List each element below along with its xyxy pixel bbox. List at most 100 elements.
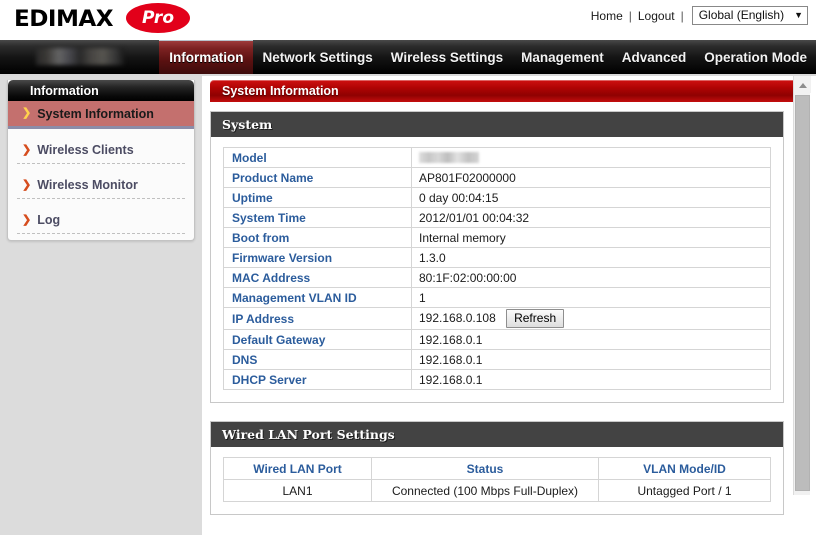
row-value-model bbox=[411, 147, 771, 168]
header-links: Home | Logout | Global (English) ▼ bbox=[587, 6, 808, 25]
sidebar-item-label: Wireless Clients bbox=[37, 143, 134, 157]
edimax-pro-logo: EDIMAX Pro bbox=[14, 2, 190, 34]
page-body: Information ❯ System Information ❯ Wirel… bbox=[0, 76, 816, 535]
main-navigation: Information Network Settings Wireless Se… bbox=[0, 40, 816, 76]
row-value: AP801F02000000 bbox=[411, 167, 771, 188]
scroll-up-arrow-icon[interactable] bbox=[794, 76, 811, 93]
nav-item-label: Wireless Settings bbox=[390, 49, 504, 65]
logout-link[interactable]: Logout bbox=[634, 9, 679, 23]
chevron-right-icon: ❯ bbox=[22, 143, 32, 156]
nav-item-label: Information bbox=[169, 50, 244, 65]
site-header: EDIMAX Pro Home | Logout | Global (Engli… bbox=[0, 0, 816, 40]
sidebar-item-wireless-monitor[interactable]: ❯ Wireless Monitor bbox=[9, 172, 193, 198]
language-select[interactable]: Global (English) ▼ bbox=[691, 6, 808, 25]
row-value-ip: 192.168.0.108 Refresh bbox=[411, 307, 771, 330]
nav-item-management[interactable]: Management bbox=[512, 40, 613, 74]
row-value: 192.168.0.1 bbox=[411, 349, 771, 370]
table-row-ip-address: IP Address 192.168.0.108 Refresh bbox=[223, 307, 771, 330]
browser-page: EDIMAX Pro Home | Logout | Global (Engli… bbox=[0, 0, 816, 537]
row-value: 80:1F:02:00:00:00 bbox=[411, 267, 771, 288]
nav-item-information[interactable]: Information bbox=[159, 40, 254, 74]
nav-item-operation-mode[interactable]: Operation Mode bbox=[695, 40, 816, 74]
row-label: Model bbox=[223, 147, 412, 168]
chevron-right-icon: ❯ bbox=[22, 213, 32, 226]
row-label: Default Gateway bbox=[223, 329, 412, 350]
nav-item-advanced[interactable]: Advanced bbox=[613, 40, 696, 74]
system-info-table: Model Product Name AP801F02000000 Uptime bbox=[223, 147, 771, 390]
row-label: Firmware Version bbox=[223, 247, 412, 268]
table-row: DHCP Server 192.168.0.1 bbox=[223, 369, 771, 390]
table-row: Firmware Version 1.3.0 bbox=[223, 247, 771, 268]
sidebar: Information ❯ System Information ❯ Wirel… bbox=[0, 76, 202, 535]
row-label: DHCP Server bbox=[223, 369, 412, 390]
column-header-wired-lan-port: Wired LAN Port bbox=[223, 457, 372, 480]
chevron-right-icon: ❯ bbox=[22, 107, 32, 119]
nav-item-label: Network Settings bbox=[262, 49, 373, 65]
sidebar-item-label: Log bbox=[37, 213, 61, 227]
column-header-vlan-mode-id: VLAN Mode/ID bbox=[598, 457, 771, 480]
table-row: Management VLAN ID 1 bbox=[223, 287, 771, 308]
logo-pro-ellipse: Pro bbox=[126, 3, 190, 33]
redacted-model-value bbox=[419, 151, 479, 163]
main-content: System Information System Model Product … bbox=[202, 76, 816, 535]
row-value: 1.3.0 bbox=[411, 247, 771, 268]
column-header-status: Status bbox=[371, 457, 599, 480]
table-header-row: Wired LAN Port Status VLAN Mode/ID bbox=[223, 457, 771, 480]
wired-lan-panel-title: Wired LAN Port Settings bbox=[211, 422, 783, 447]
sidebar-title: Information bbox=[8, 80, 194, 101]
sidebar-item-log[interactable]: ❯ Log bbox=[9, 207, 193, 233]
row-value: 192.168.0.1 bbox=[411, 369, 771, 390]
nav-item-label: Advanced bbox=[621, 49, 687, 65]
system-panel: System Model Product Name AP801F02000000… bbox=[210, 111, 784, 403]
logo-pro-label: Pro bbox=[142, 8, 174, 28]
sidebar-divider bbox=[17, 233, 185, 234]
table-row: DNS 192.168.0.1 bbox=[223, 349, 771, 370]
row-label: Boot from bbox=[223, 227, 412, 248]
table-row: Product Name AP801F02000000 bbox=[223, 167, 771, 188]
cell-vlan: Untagged Port / 1 bbox=[598, 479, 771, 502]
table-row: Model bbox=[223, 147, 771, 168]
table-row: Default Gateway 192.168.0.1 bbox=[223, 329, 771, 350]
wired-lan-panel-body: Wired LAN Port Status VLAN Mode/ID LAN1 … bbox=[211, 447, 783, 514]
row-value: 0 day 00:04:15 bbox=[411, 187, 771, 208]
sidebar-item-label: Wireless Monitor bbox=[37, 178, 138, 192]
language-select-value: Global (English) bbox=[698, 8, 785, 22]
nav-item-list: Information Network Settings Wireless Se… bbox=[159, 40, 816, 74]
row-label: System Time bbox=[223, 207, 412, 228]
system-panel-title: System bbox=[211, 112, 783, 137]
home-link[interactable]: Home bbox=[587, 9, 627, 23]
link-separator-1: | bbox=[628, 8, 632, 23]
row-label: MAC Address bbox=[223, 267, 412, 288]
link-separator-2: | bbox=[680, 8, 684, 23]
nav-item-wireless-settings[interactable]: Wireless Settings bbox=[382, 40, 512, 74]
ip-address-value: 192.168.0.108 bbox=[419, 311, 496, 325]
nav-item-label: Management bbox=[521, 49, 604, 65]
row-value: 1 bbox=[411, 287, 771, 308]
nav-item-network-settings[interactable]: Network Settings bbox=[253, 40, 381, 74]
table-row: Uptime 0 day 00:04:15 bbox=[223, 187, 771, 208]
content-scroll-area: System Model Product Name AP801F02000000… bbox=[210, 111, 812, 531]
nav-brand-redacted-logo bbox=[36, 48, 124, 65]
content-scrollbar[interactable] bbox=[793, 76, 811, 495]
sidebar-item-system-information[interactable]: ❯ System Information bbox=[8, 101, 194, 129]
cell-port: LAN1 bbox=[223, 479, 372, 502]
row-label: Product Name bbox=[223, 167, 412, 188]
table-row: System Time 2012/01/01 00:04:32 bbox=[223, 207, 771, 228]
refresh-button[interactable]: Refresh bbox=[506, 309, 565, 328]
nav-item-label: Operation Mode bbox=[704, 49, 807, 65]
page-title: System Information bbox=[210, 80, 806, 102]
sidebar-item-label: System Information bbox=[37, 106, 154, 121]
logo-wordmark: EDIMAX bbox=[14, 7, 114, 32]
chevron-down-icon: ▼ bbox=[794, 10, 803, 20]
table-row: MAC Address 80:1F:02:00:00:00 bbox=[223, 267, 771, 288]
system-panel-body: Model Product Name AP801F02000000 Uptime bbox=[211, 137, 783, 402]
row-label: Management VLAN ID bbox=[223, 287, 412, 308]
row-value: 2012/01/01 00:04:32 bbox=[411, 207, 771, 228]
sidebar-panel: Information ❯ System Information ❯ Wirel… bbox=[7, 80, 195, 241]
sidebar-item-wireless-clients[interactable]: ❯ Wireless Clients bbox=[9, 137, 193, 163]
row-label: DNS bbox=[223, 349, 412, 370]
scrollbar-thumb[interactable] bbox=[795, 95, 810, 491]
row-label: IP Address bbox=[223, 307, 412, 330]
